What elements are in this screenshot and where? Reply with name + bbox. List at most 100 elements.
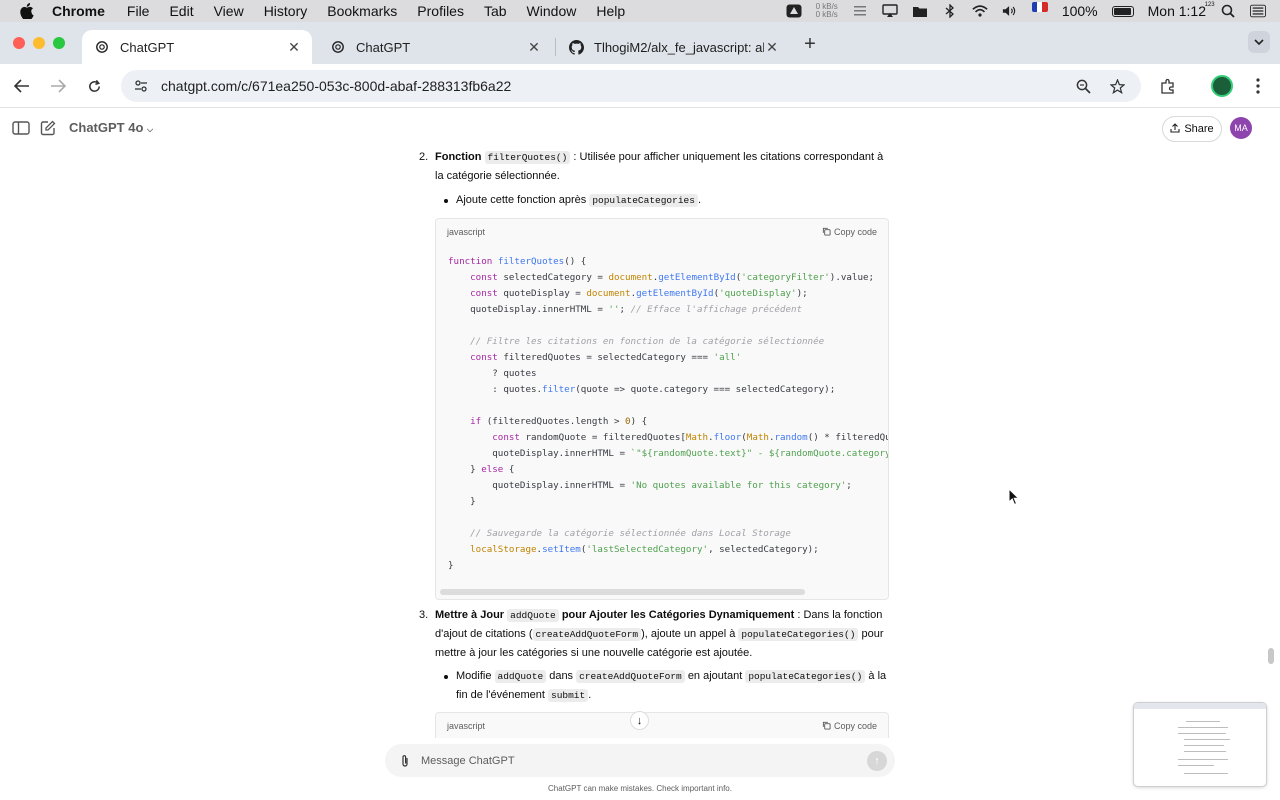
menu-history[interactable]: History [264, 3, 308, 19]
scroll-to-bottom-arrow-icon[interactable]: ↓ [630, 711, 649, 730]
site-info-icon[interactable] [133, 78, 149, 94]
copy-code-button[interactable]: Copy code [822, 227, 877, 238]
menu-help[interactable]: Help [596, 3, 625, 19]
message-input[interactable] [421, 754, 867, 767]
extensions-puzzle-icon[interactable] [1158, 76, 1178, 96]
back-arrow-icon[interactable] [12, 76, 32, 96]
chevron-down-icon: ⌵ [147, 125, 154, 134]
bullet-item: Modifie addQuote dans createAddQuoteForm… [456, 667, 890, 705]
paperclip-attach-icon[interactable] [397, 753, 413, 769]
mouse-cursor-icon [1008, 487, 1020, 506]
bullet-text: . [697, 194, 701, 206]
thumbnail-line [1184, 773, 1228, 774]
bullet-text: . [588, 689, 592, 701]
battery-percent[interactable]: 100% [1062, 3, 1098, 19]
tab-chatgpt-active[interactable]: ChatGPT ✕ [82, 30, 312, 64]
model-selector[interactable]: ChatGPT 4o ⌵ [69, 120, 153, 135]
tab-close-icon[interactable]: ✕ [526, 39, 542, 55]
input-source-number: 123 [1204, 2, 1215, 8]
code-language-label: javascript [447, 721, 486, 731]
bullet-dot [444, 675, 448, 679]
tab-chatgpt[interactable]: ChatGPT ✕ [318, 30, 552, 64]
share-label: Share [1184, 123, 1214, 135]
focus-mode-icon[interactable] [786, 4, 802, 18]
page-vertical-scrollbar[interactable] [1268, 648, 1274, 664]
menu-bookmarks[interactable]: Bookmarks [327, 3, 397, 19]
tab-search-chevron-icon[interactable] [1248, 31, 1270, 53]
reload-icon[interactable] [84, 76, 104, 96]
tab-title: ChatGPT [120, 39, 175, 55]
list-number: 2. [419, 151, 429, 163]
menu-tab[interactable]: Tab [484, 3, 507, 19]
thumbnail-line [1184, 751, 1226, 752]
bullet-text: en ajoutant [687, 670, 743, 682]
bluetooth-icon[interactable] [942, 4, 958, 18]
send-arrow-icon[interactable]: ↑ [867, 750, 887, 771]
new-chat-pencil-icon[interactable] [40, 120, 56, 136]
code-language-label: javascript [447, 227, 486, 237]
bullet-text: Ajoute cette fonction après [456, 194, 587, 206]
apple-logo-icon[interactable] [20, 3, 34, 19]
thumbnail-line [1178, 727, 1228, 728]
chatgpt-header: ChatGPT 4o ⌵ Share MA [0, 108, 1280, 148]
sidebar-toggle-icon[interactable] [12, 120, 30, 136]
tab-close-icon[interactable]: ✕ [764, 39, 780, 55]
address-bar[interactable]: chatgpt.com/c/671ea250-053c-800d-abaf-28… [121, 70, 1141, 102]
inline-code: submit [548, 689, 589, 702]
menu-window[interactable]: Window [527, 3, 577, 19]
control-center-icon[interactable] [1250, 4, 1266, 18]
airplay-icon[interactable] [882, 4, 898, 18]
battery-icon[interactable] [1111, 5, 1134, 17]
folder-status-icon[interactable] [912, 4, 928, 18]
wifi-icon[interactable] [972, 4, 988, 18]
menu-app-name[interactable]: Chrome [52, 3, 105, 19]
menu-clock[interactable]: Mon 1:12 [1148, 3, 1206, 19]
list-item-filterquotes: Fonction filterQuotes() : Utilisée pour … [435, 148, 890, 186]
menu-file[interactable]: File [127, 3, 150, 19]
bookmark-star-icon[interactable] [1107, 76, 1127, 96]
url-text[interactable]: chatgpt.com/c/671ea250-053c-800d-abaf-28… [161, 78, 1073, 94]
share-button[interactable]: Share [1162, 116, 1222, 142]
stats-menu-icon[interactable] [852, 4, 868, 18]
thumbnail-toolbar [1134, 703, 1266, 709]
copy-icon [822, 721, 831, 732]
forward-arrow-icon[interactable] [48, 76, 68, 96]
window-close-button[interactable] [13, 37, 25, 49]
zoom-icon[interactable] [1073, 76, 1093, 96]
copy-code-label: Copy code [833, 227, 877, 237]
menu-view[interactable]: View [214, 3, 244, 19]
bullet-dot [444, 199, 448, 203]
code-horizontal-scrollbar[interactable] [440, 589, 805, 595]
window-minimize-button[interactable] [33, 37, 45, 49]
inline-code: addQuote [507, 609, 559, 622]
inline-code: populateCategories [589, 194, 698, 207]
user-avatar[interactable]: MA [1230, 117, 1252, 139]
inline-code: createAddQuoteForm [532, 628, 642, 641]
tab-close-icon[interactable]: ✕ [286, 39, 302, 55]
input-source-flag-icon[interactable]: 123 [1031, 2, 1215, 20]
inline-code: populateCategories() [745, 670, 866, 683]
tab-github-repo[interactable]: TlhogiM2/alx_fe_javascript: al ✕ [556, 30, 790, 64]
tab-title: TlhogiM2/alx_fe_javascript: al [594, 39, 764, 55]
code-content: function filterQuotes() { const selected… [448, 256, 889, 571]
spotlight-search-icon[interactable] [1220, 4, 1236, 18]
window-zoom-button[interactable] [53, 37, 65, 49]
code-block: javascript Copy code [435, 712, 889, 738]
lead-bold: Fonction [435, 151, 482, 163]
chrome-menu-icon[interactable] [1250, 76, 1266, 96]
volume-icon[interactable] [1002, 4, 1018, 18]
screenshot-thumbnail-preview[interactable] [1133, 702, 1267, 787]
copy-code-button[interactable]: Copy code [822, 721, 877, 732]
new-tab-button[interactable]: + [800, 33, 820, 55]
bullet-text: Modifie [456, 670, 492, 682]
bullet-item: Ajoute cette fonction après populateCate… [456, 191, 890, 210]
menu-profiles[interactable]: Profiles [417, 3, 464, 19]
list-number: 3. [419, 609, 429, 621]
net-down-value: 0 kB/s [815, 10, 838, 19]
menu-edit[interactable]: Edit [169, 3, 193, 19]
message-composer: ↑ [385, 744, 895, 777]
code-block-header: javascript Copy code [436, 713, 888, 738]
thumbnail-line [1178, 733, 1226, 734]
profile-avatar[interactable] [1211, 75, 1233, 97]
thumbnail-line [1178, 765, 1214, 766]
